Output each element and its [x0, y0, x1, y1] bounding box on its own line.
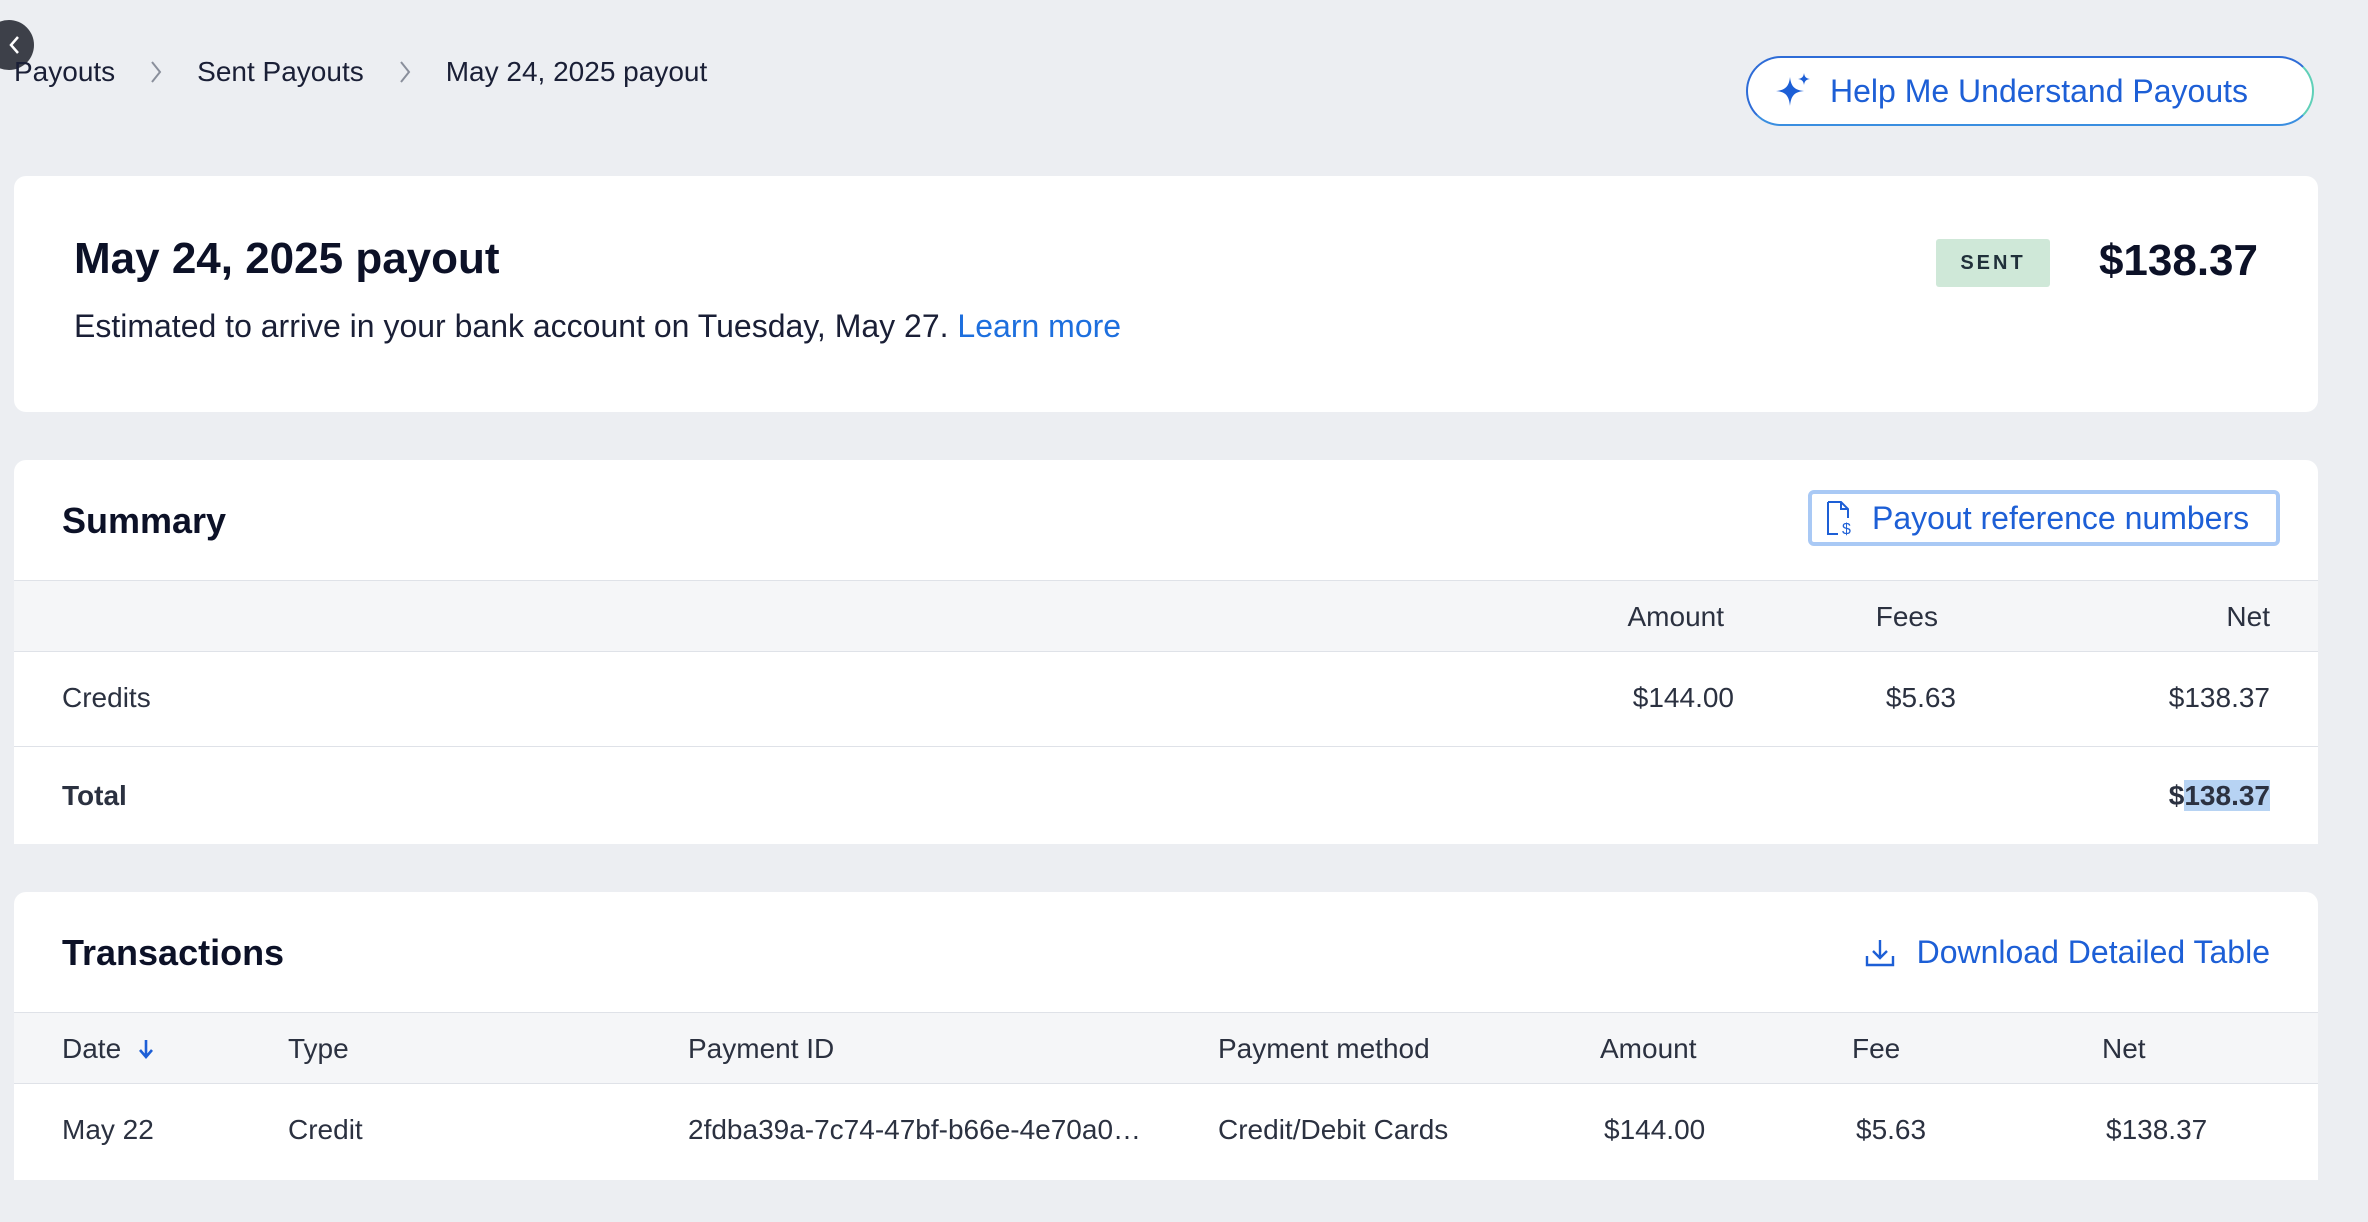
chevron-right-icon: [398, 59, 412, 85]
payout-header-card: May 24, 2025 payout Estimated to arrive …: [14, 176, 2318, 412]
credits-net: $138.37: [2168, 682, 2270, 713]
summary-title: Summary: [62, 500, 227, 541]
transactions-card: Transactions Download Detailed Table Dat…: [14, 892, 2318, 1180]
payout-reference-numbers-button[interactable]: $ Payout reference numbers: [1808, 490, 2280, 546]
total-net-value: 138.37: [2184, 780, 2270, 811]
ref-button-label: Payout reference numbers: [1872, 499, 2250, 536]
help-button-label: Help Me Understand Payouts: [1830, 72, 2248, 109]
breadcrumb-payouts[interactable]: Payouts: [14, 56, 115, 88]
credits-fees: $5.63: [1885, 682, 1956, 713]
arrival-estimate: Estimated to arrive in your bank account…: [74, 308, 1121, 345]
svg-text:$: $: [1842, 521, 1851, 536]
transactions-table-header: Date Type Payment ID Payment method Amou…: [14, 1012, 2318, 1084]
payout-amount: $138.37: [2098, 236, 2258, 285]
breadcrumb-sent-payouts[interactable]: Sent Payouts: [197, 56, 364, 88]
col-date-label: Date: [62, 1033, 122, 1064]
col-net: Net: [2226, 601, 2270, 632]
col-type: Type: [288, 1033, 349, 1064]
download-detailed-table-button[interactable]: Download Detailed Table: [1863, 934, 2270, 971]
col-net: Net: [2102, 1033, 2146, 1064]
download-icon: [1865, 939, 1894, 966]
col-amount: Amount: [1627, 601, 1725, 632]
txn-payment-id: 2fdba39a-7c74-47bf-b66e-4e70a0…: [688, 1114, 1142, 1145]
sparkle-icon: [1774, 71, 1814, 111]
help-understand-payouts-button[interactable]: Help Me Understand Payouts: [1746, 56, 2314, 126]
txn-amount: $144.00: [1604, 1114, 1706, 1145]
total-row: Total $138.37: [14, 748, 2318, 844]
col-amount: Amount: [1600, 1033, 1697, 1064]
col-fees: Fees: [1875, 601, 1938, 632]
total-net: $138.37: [2169, 780, 2270, 812]
txn-date: May 22: [62, 1114, 154, 1145]
credits-label: Credits: [62, 682, 151, 713]
download-button-label: Download Detailed Table: [1916, 934, 2270, 970]
col-date[interactable]: Date: [62, 1033, 155, 1065]
chevron-left-icon: [9, 36, 19, 54]
col-payment-method: Payment method: [1218, 1033, 1430, 1064]
arrow-down-icon: [138, 1040, 153, 1059]
txn-method: Credit/Debit Cards: [1218, 1114, 1449, 1145]
learn-more-link[interactable]: Learn more: [957, 308, 1121, 344]
summary-card: Summary $ Payout reference numbers Amoun…: [14, 460, 2318, 844]
transactions-title: Transactions: [62, 932, 285, 973]
page-title: May 24, 2025 payout: [74, 234, 500, 283]
credits-amount: $144.00: [1632, 682, 1734, 713]
txn-net: $138.37: [2106, 1114, 2208, 1145]
breadcrumb-current: May 24, 2025 payout: [445, 56, 708, 87]
total-net-prefix: $: [2168, 780, 2185, 811]
txn-type: Credit: [288, 1114, 363, 1145]
txn-fee: $5.63: [1856, 1114, 1927, 1145]
document-dollar-icon: $: [1827, 501, 1851, 536]
summary-table-header: Amount Fees Net: [14, 580, 2318, 652]
status-badge: SENT: [1936, 239, 2050, 287]
table-row[interactable]: May 22 Credit 2fdba39a-7c74-47bf-b66e-4e…: [14, 1084, 2318, 1180]
arrival-text: Estimated to arrive in your bank account…: [74, 308, 949, 344]
chevron-right-icon: [149, 59, 163, 85]
col-fee: Fee: [1852, 1033, 1901, 1064]
total-label: Total: [62, 780, 127, 811]
breadcrumb: Payouts Sent Payouts May 24, 2025 payout: [14, 56, 707, 88]
col-payment-id: Payment ID: [688, 1033, 835, 1064]
table-row: Credits $144.00 $5.63 $138.37: [14, 652, 2318, 747]
